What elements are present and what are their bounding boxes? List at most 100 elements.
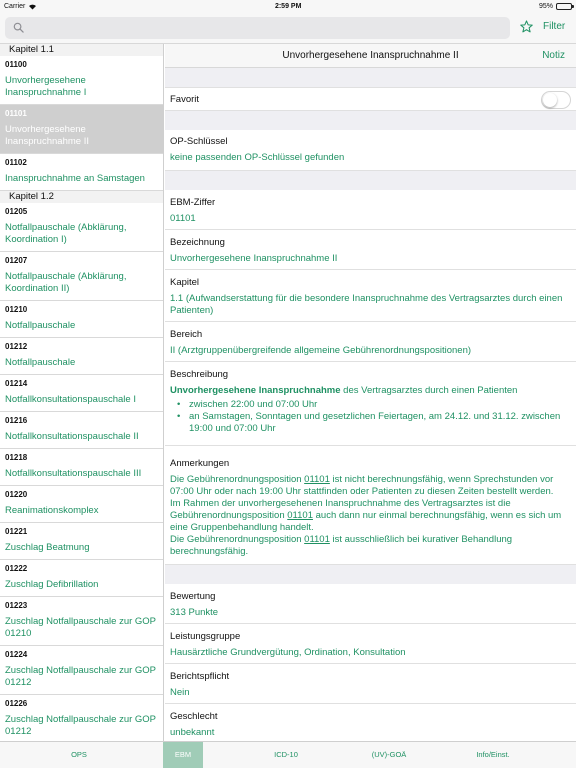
list-item-title: Reanimationskomplex	[5, 505, 99, 516]
list-item-title: Notfallkonsultationspauschale III	[5, 468, 142, 479]
list-item[interactable]: 01100 Unvorhergesehene Inanspruchnahme I	[0, 56, 163, 105]
detail-title: Unvorhergesehene Inanspruchnahme II	[282, 50, 459, 61]
anmerkungen-text: Die Gebührenordnungsposition 01101 ist n…	[170, 474, 571, 558]
leistungsgruppe-label: Leistungsgruppe	[170, 631, 241, 642]
kapitel-value: 1.1 (Aufwandserstattung für die besonder…	[170, 293, 563, 316]
toggle-knob	[543, 93, 557, 107]
list-item[interactable]: 01224 Zuschlag Notfallpauschale zur GOP 0…	[0, 646, 163, 695]
section-gap	[165, 565, 576, 584]
anmerkung-text: Die Gebührenordnungsposition	[170, 534, 305, 545]
leistungsgruppe-value: Hausärztliche Grundvergütung, Ordination…	[170, 647, 406, 658]
list-item-code: 01214	[5, 379, 28, 388]
list-item[interactable]: 01216 Notfallkonsultationspauschale II	[0, 412, 163, 449]
gop-link[interactable]: 01101	[287, 510, 313, 521]
list-item-title: Inanspruchnahme an Samstagen	[5, 173, 145, 184]
list-item-code: 01220	[5, 490, 28, 499]
list-item[interactable]: 01222 Zuschlag Defibrillation	[0, 560, 163, 597]
list-item-code: 01205	[5, 207, 28, 216]
favorit-toggle[interactable]	[541, 91, 571, 109]
bezeichnung-value: Unvorhergesehene Inanspruchnahme II	[170, 253, 338, 264]
status-bar: Carrier 2:59 PM 95%	[0, 0, 576, 12]
status-time: 2:59 PM	[274, 2, 302, 10]
list-item-code: 01212	[5, 342, 28, 351]
list-item-title: Unvorhergesehene Inanspruchnahme II	[5, 124, 89, 147]
list-item-code: 01222	[5, 564, 28, 573]
tab-icd-10[interactable]: ICD-10	[240, 742, 332, 768]
list-item[interactable]: 01220 Reanimationskomplex	[0, 486, 163, 523]
list-item[interactable]: 01218 Notfallkonsultationspauschale III	[0, 449, 163, 486]
beschreibung-rest: des Vertragsarztes durch einen Patienten	[340, 385, 518, 396]
search-input[interactable]	[29, 19, 499, 37]
detail-header: Unvorhergesehene Inanspruchnahme II Noti…	[165, 44, 576, 68]
list-item-code: 01221	[5, 527, 28, 536]
bewertung-value: 313 Punkte	[170, 607, 219, 618]
list-item[interactable]: 01102 Inanspruchnahme an Samstagen	[0, 154, 163, 191]
bewertung-label: Bewertung	[170, 591, 216, 602]
favorit-label: Favorit	[170, 94, 200, 105]
list-item-code: 01102	[5, 158, 27, 167]
section-header: Kapitel 1.2	[0, 191, 163, 203]
notiz-button[interactable]: Notiz	[542, 50, 565, 61]
list-item-title: Notfallpauschale (Abklärung, Koordinatio…	[5, 271, 127, 294]
berichtspflicht-value: Nein	[170, 687, 190, 698]
kapitel-label: Kapitel	[170, 277, 200, 288]
carrier-label: Carrier	[4, 2, 26, 10]
tab-uv-goae[interactable]: (UV)-GOÄ	[343, 742, 435, 768]
ebm-ziffer-value: 01101	[170, 213, 196, 224]
beschreibung-bold: Unvorhergesehene Inanspruchnahme	[170, 385, 341, 396]
tab-info[interactable]: Info/Einst.	[447, 742, 539, 768]
list-item[interactable]: 01223 Zuschlag Notfallpauschale zur GOP 0…	[0, 597, 163, 646]
star-outline-icon[interactable]	[520, 20, 533, 33]
list-item-title: Zuschlag Beatmung	[5, 542, 90, 553]
kapitel-field: Kapitel 1.1 (Aufwandserstattung für die …	[165, 270, 576, 322]
section-gap	[165, 111, 576, 130]
tab-ops[interactable]: OPS	[33, 742, 125, 768]
geschlecht-label: Geschlecht	[170, 711, 218, 722]
beschreibung-bullet: zwischen 22:00 und 07:00 Uhr	[170, 399, 571, 411]
anmerkungen-field: Anmerkungen Die Gebührenordnungsposition…	[165, 446, 576, 565]
bezeichnung-field: Bezeichnung Unvorhergesehene Inanspruchn…	[165, 230, 576, 270]
section-gap	[165, 68, 576, 87]
search-field[interactable]	[5, 17, 510, 39]
list-item-code: 01216	[5, 416, 28, 425]
ebm-list-sidebar: Kapitel 1.1 01100 Unvorhergesehene Inanspr…	[0, 44, 164, 741]
list-item-code: 01226	[5, 699, 28, 708]
berichtspflicht-field: Berichtspflicht Nein	[165, 664, 576, 704]
beschreibung-bullets: zwischen 22:00 und 07:00 Uhr an Samstage…	[170, 399, 571, 435]
tab-ebm[interactable]: EBM	[163, 742, 203, 768]
list-item-title: Zuschlag Defibrillation	[5, 579, 99, 590]
battery-percent: 95%	[538, 2, 553, 10]
list-item-title: Zuschlag Notfallpauschale zur GOP 01212	[5, 714, 156, 737]
gop-link[interactable]: 01101	[304, 474, 330, 485]
list-item[interactable]: 01214 Notfallkonsultationspauschale I	[0, 375, 163, 412]
list-item-title: Zuschlag Notfallpauschale zur GOP 01210	[5, 616, 156, 639]
list-item-title: Notfallpauschale (Abklärung, Koordinatio…	[5, 222, 127, 245]
list-item[interactable]: 01226 Zuschlag Notfallpauschale zur GOP 0…	[0, 695, 163, 741]
section-gap	[165, 171, 576, 190]
list-item[interactable]: 01210 Notfallpauschale	[0, 301, 163, 338]
list-item-code: 01218	[5, 453, 28, 462]
list-item-code: 01100	[5, 60, 27, 69]
anmerkungen-label: Anmerkungen	[170, 458, 230, 469]
list-item-title: Unvorhergesehene Inanspruchnahme I	[5, 75, 87, 98]
leistungsgruppe-field: Leistungsgruppe Hausärztliche Grundvergü…	[165, 624, 576, 664]
op-schluessel-value: keine passenden OP-Schlüssel gefunden	[170, 152, 345, 163]
list-item[interactable]: 01205 Notfallpauschale (Abklärung, Koordi…	[0, 203, 163, 252]
list-item[interactable]: 01221 Zuschlag Beatmung	[0, 523, 163, 560]
list-item[interactable]: 01101 Unvorhergesehene Inanspruchnahme II	[0, 105, 163, 154]
list-item[interactable]: 01207 Notfallpauschale (Abklärung, Koordi…	[0, 252, 163, 301]
favorit-row: Favorit	[165, 87, 576, 111]
anmerkung-text: Die Gebührenordnungsposition	[170, 474, 305, 485]
list-item[interactable]: 01212 Notfallpauschale	[0, 338, 163, 375]
gop-link[interactable]: 01101	[304, 534, 330, 545]
op-schluessel-field: OP-Schlüssel keine passenden OP-Schlüsse…	[165, 130, 576, 171]
beschreibung-bullet: an Samstagen, Sonntagen und gesetzlichen…	[170, 411, 571, 435]
beschreibung-field: Beschreibung Unvorhergesehene Inanspruch…	[165, 362, 576, 446]
berichtspflicht-label: Berichtspflicht	[170, 671, 230, 682]
list-item-title: Zuschlag Notfallpauschale zur GOP 01212	[5, 665, 156, 688]
list-item-title: Notfallpauschale	[5, 357, 76, 368]
filter-button[interactable]: Filter	[543, 21, 565, 32]
search-icon	[13, 22, 24, 33]
section-header: Kapitel 1.1	[0, 44, 163, 56]
op-schluessel-label: OP-Schlüssel	[170, 136, 228, 147]
